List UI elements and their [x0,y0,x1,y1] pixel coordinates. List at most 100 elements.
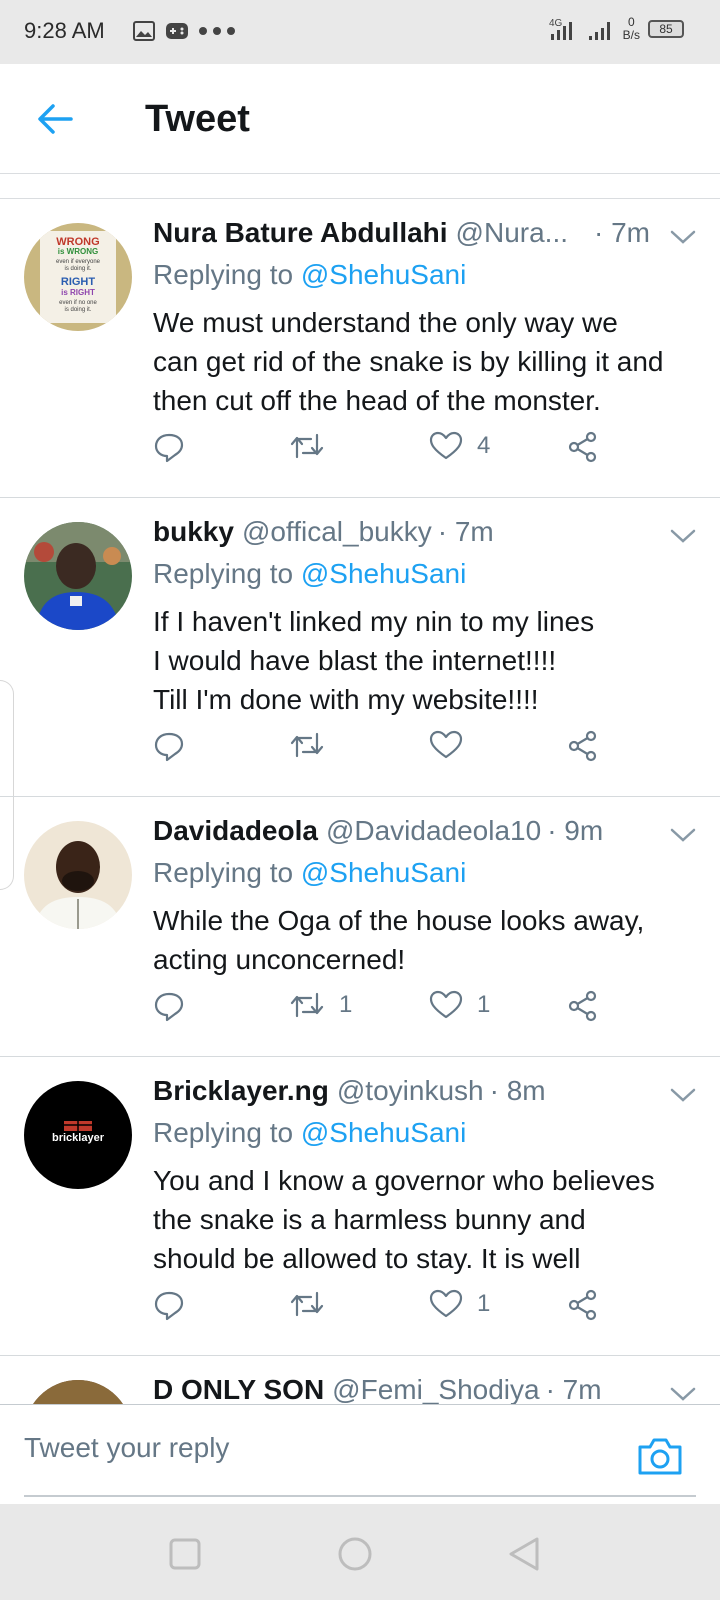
signal-4g-icon: 4G [549,18,572,40]
like-count: 4 [477,432,491,459]
display-name[interactable]: Bricklayer.ng [153,1075,329,1107]
share-icon [568,1289,597,1321]
tweet-header: Davidadeola @Davidadeola10 · 9m [153,815,698,855]
heart-icon [429,1289,463,1318]
handle[interactable]: @toyinkush [337,1075,484,1107]
tweet[interactable]: bukky @offical_bukky · 7m Replying to @S… [0,498,720,797]
page-title: Tweet [145,98,250,140]
handle[interactable]: @Femi_Shodiya [332,1374,539,1404]
replying-label: Replying to [153,857,294,888]
reply-icon [154,433,184,463]
handle[interactable]: @Nura... [456,217,568,249]
retweet-button[interactable] [289,730,339,760]
share-icon [568,431,597,463]
chevron-down-icon[interactable] [668,1085,698,1105]
replying-to: Replying to @ShehuSani [153,558,698,600]
heart-icon [429,730,463,759]
retweet-button[interactable] [289,1289,339,1319]
timestamp: · 7m [437,516,494,547]
tweet-header: Bricklayer.ng @toyinkush · 8m [153,1075,698,1115]
tweet-text-line: You and I know a governor who believes [153,1165,655,1196]
reply-button[interactable] [153,730,185,762]
like-button[interactable] [429,730,477,760]
tweet-text: We must understand the only way we can g… [153,303,698,420]
tweet-content: Nura Bature Abdullahi @Nura... · 7m Repl… [153,217,698,420]
signal-icon [588,22,610,40]
replying-label: Replying to [153,1117,294,1148]
avatar[interactable] [24,522,132,630]
mention-link[interactable]: @ShehuSani [301,259,466,290]
avatar[interactable]: bricklayer [24,1081,132,1189]
avatar-image [24,522,132,630]
retweet-count: 1 [339,991,353,1018]
battery-indicator: 85 [648,20,684,38]
status-bar: 9:28 AM 4G 0 B/s 85 [0,0,720,64]
recents-square-icon[interactable] [163,1532,207,1576]
game-controller-icon [166,23,188,39]
tweet[interactable]: bricklayer Bricklayer.ng @toyinkush · 8m… [0,1057,720,1356]
tweet[interactable]: WRONG is WRONG even if everyone is doing… [0,199,720,498]
like-button[interactable]: 4 [429,431,490,461]
tweet-text-line: I would have blast the internet!!!! [153,645,557,676]
tweet-text-line: then cut off the head of the monster. [153,385,601,416]
heart-icon [429,990,463,1019]
tweet-header: D ONLY SON @Femi_Shodiya · 7m [153,1374,698,1404]
reply-icon [154,732,184,762]
tweet-partial[interactable]: D ONLY SON @Femi_Shodiya · 7m [0,1356,720,1404]
tweet-actions [153,730,613,770]
chevron-down-icon[interactable] [668,227,698,247]
back-button[interactable] [30,94,80,144]
tweet[interactable]: Davidadeola @Davidadeola10 · 9m Replying… [0,797,720,1057]
tweet-header: bukky @offical_bukky · 7m [153,516,698,556]
home-circle-icon[interactable] [333,1532,377,1576]
tweet-actions: 4 [153,431,613,471]
avatar-image: bricklayer [24,1081,132,1189]
retweet-button[interactable]: 1 [289,990,352,1020]
tweet-text-line: If I haven't linked my nin to my lines [153,606,595,637]
avatar-text: bricklayer [52,1132,105,1144]
retweet-icon [290,732,324,758]
mention-link[interactable]: @ShehuSani [301,558,466,589]
share-button[interactable] [567,990,599,1022]
reply-button[interactable] [153,1289,185,1321]
tweet-text: You and I know a governor who believes t… [153,1161,698,1278]
handle[interactable]: @offical_bukky [242,516,432,548]
chevron-down-icon[interactable] [668,526,698,546]
chevron-down-icon[interactable] [668,825,698,845]
input-underline [24,1495,696,1497]
tweet-text-line: should be allowed to stay. It is well [153,1243,581,1274]
tweet-content: Bricklayer.ng @toyinkush · 8m Replying t… [153,1075,698,1278]
display-name[interactable]: Davidadeola [153,815,318,847]
share-button[interactable] [567,1289,599,1321]
like-button[interactable]: 1 [429,1289,490,1319]
display-name[interactable]: D ONLY SON [153,1374,324,1404]
display-name[interactable]: bukky [153,516,234,548]
avatar-text: is doing it. [64,307,91,313]
mention-link[interactable]: @ShehuSani [301,1117,466,1148]
handle[interactable]: @Davidadeola10 [326,815,541,847]
tweet-text-line: the snake is a harmless bunny and [153,1204,586,1235]
tweet-text-line: We must understand the only way we [153,307,618,338]
reply-button[interactable] [153,431,185,463]
retweet-button[interactable] [289,431,339,461]
like-button[interactable]: 1 [429,990,490,1020]
chevron-down-icon[interactable] [668,1384,698,1404]
camera-icon[interactable] [636,1435,684,1477]
tweet-text-line: While the Oga of the house looks away, [153,905,645,936]
display-name[interactable]: Nura Bature Abdullahi [153,217,448,249]
like-count: 1 [477,1290,491,1317]
heart-icon [429,431,463,460]
tweet-text-line: Till I'm done with my website!!!! [153,684,539,715]
share-icon [568,990,597,1022]
back-triangle-icon[interactable] [503,1532,547,1576]
tweet-header: Nura Bature Abdullahi @Nura... · 7m [153,217,698,257]
reply-button[interactable] [153,990,185,1022]
avatar[interactable] [24,1380,132,1404]
share-button[interactable] [567,730,599,762]
mention-link[interactable]: @ShehuSani [301,857,466,888]
avatar[interactable]: WRONG is WRONG even if everyone is doing… [24,223,132,331]
timestamp: · 7m [545,1374,602,1404]
reply-input[interactable] [24,1423,624,1473]
share-button[interactable] [567,431,599,463]
avatar[interactable] [24,821,132,929]
